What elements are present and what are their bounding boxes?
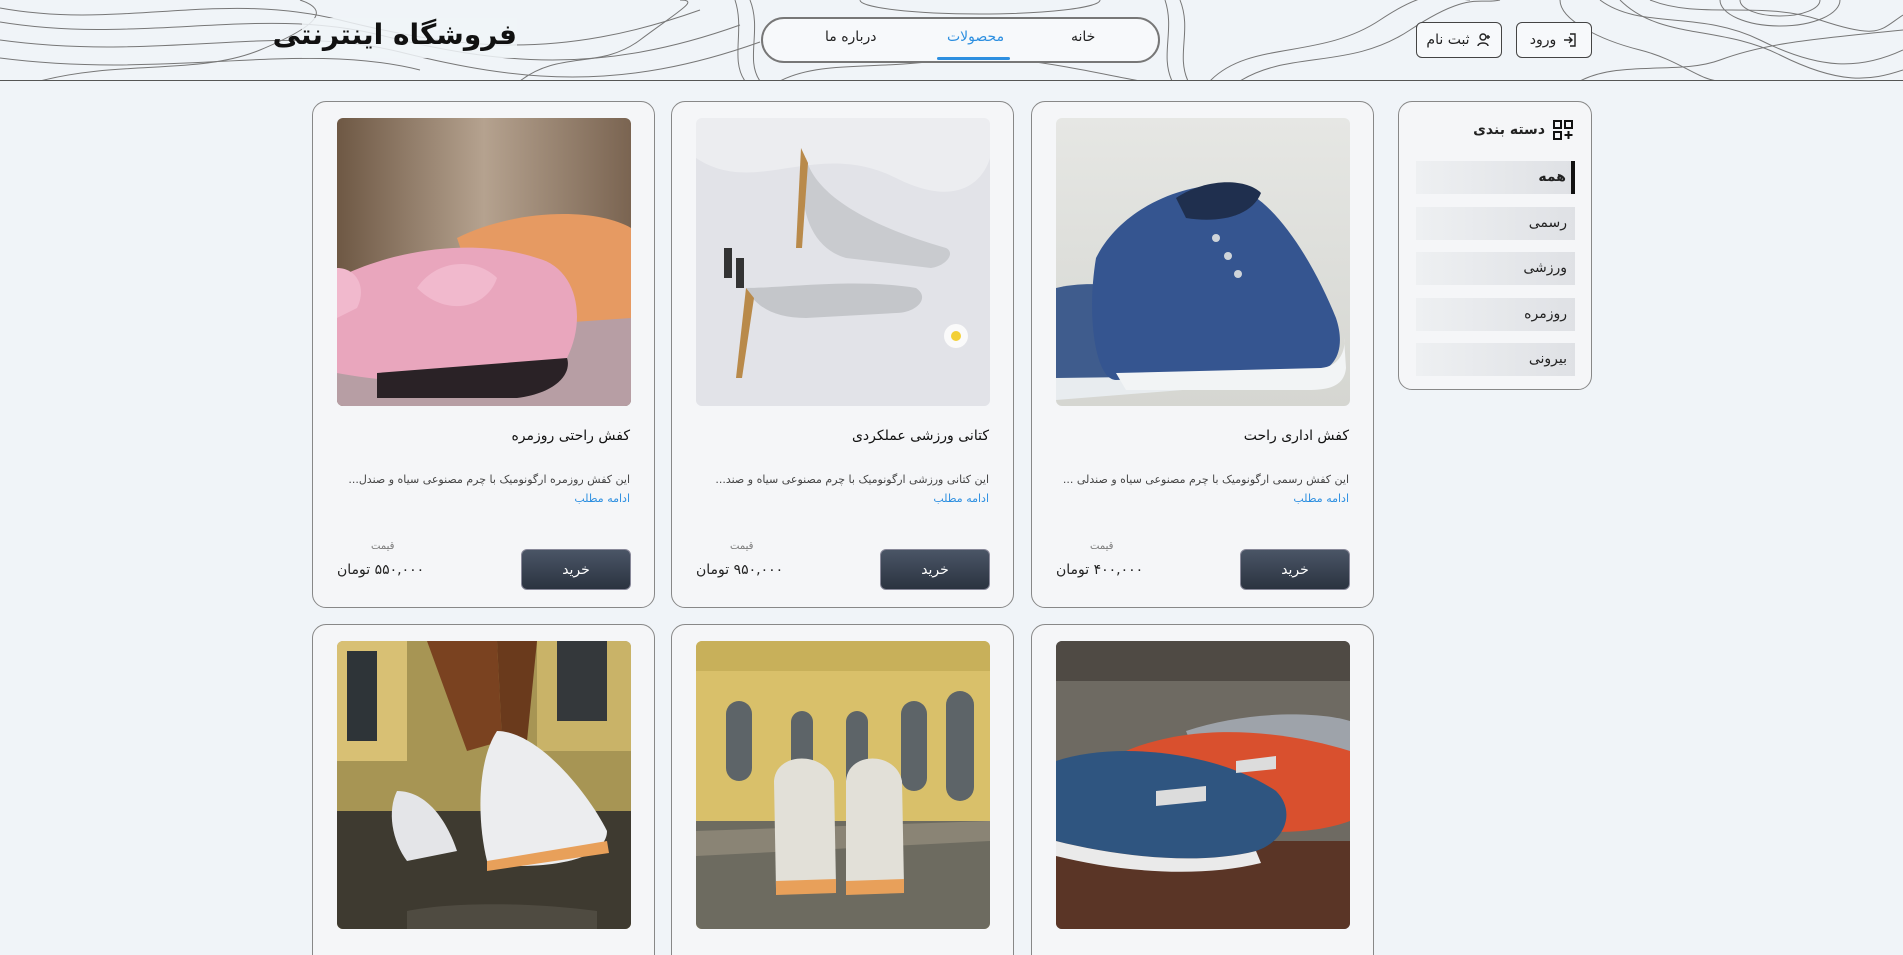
product-description: این کفش روزمره ارگونومیک با چرم مصنوعی س… bbox=[336, 470, 630, 508]
price-label: قیمت bbox=[730, 541, 754, 552]
product-image[interactable] bbox=[696, 641, 990, 929]
product-card bbox=[671, 624, 1014, 955]
login-label: ورود bbox=[1529, 32, 1557, 48]
price-value: ۴۰۰,۰۰۰ تومان bbox=[1056, 562, 1144, 578]
price-label: قیمت bbox=[1090, 541, 1114, 552]
product-description: این کتانی ورزشی ارگونومیک با چرم مصنوعی … bbox=[695, 470, 989, 508]
product-card: کفش اداری راحت این کفش رسمی ارگونومیک با… bbox=[1031, 101, 1374, 608]
category-grid-icon bbox=[1553, 120, 1573, 140]
login-icon bbox=[1564, 33, 1576, 47]
product-title: کفش راحتی روزمره bbox=[511, 428, 630, 444]
register-button[interactable]: ثبت نام bbox=[1416, 22, 1502, 58]
buy-button[interactable]: خرید bbox=[880, 549, 990, 590]
category-formal[interactable]: رسمی bbox=[1416, 207, 1575, 240]
product-description: این کفش رسمی ارگونومیک با چرم مصنوعی سیا… bbox=[1055, 470, 1349, 508]
description-text: این کتانی ورزشی ارگونومیک با چرم مصنوعی … bbox=[715, 473, 989, 486]
buy-button[interactable]: خرید bbox=[1240, 549, 1350, 590]
site-header: فروشگاه اینترنتی خانه محصولات درباره ما … bbox=[0, 0, 1903, 81]
product-card bbox=[1031, 624, 1374, 955]
category-outdoor[interactable]: بیرونی bbox=[1416, 343, 1575, 376]
product-card: کفش راحتی روزمره این کفش روزمره ارگونومی… bbox=[312, 101, 655, 608]
nav-home[interactable]: خانه bbox=[1071, 29, 1095, 45]
site-title: فروشگاه اینترنتی bbox=[273, 18, 517, 58]
read-more-link[interactable]: ادامه مطلب bbox=[574, 492, 630, 505]
login-button[interactable]: ورود bbox=[1516, 22, 1592, 58]
category-sidebar: دسته بندی همه رسمی ورزشی روزمره بیرونی bbox=[1398, 101, 1592, 390]
product-image[interactable] bbox=[1056, 641, 1350, 929]
category-all[interactable]: همه bbox=[1416, 161, 1575, 194]
nav-active-indicator bbox=[937, 57, 1010, 60]
product-image[interactable] bbox=[337, 641, 631, 929]
nav-products[interactable]: محصولات bbox=[947, 29, 1004, 45]
product-card bbox=[312, 624, 655, 955]
buy-button[interactable]: خرید bbox=[521, 549, 631, 590]
product-title: کتانی ورزشی عملکردی bbox=[851, 428, 989, 444]
product-image[interactable] bbox=[337, 118, 631, 406]
user-plus-icon bbox=[1476, 33, 1490, 47]
price-value: ۹۵۰,۰۰۰ تومان bbox=[696, 562, 784, 578]
read-more-link[interactable]: ادامه مطلب bbox=[933, 492, 989, 505]
price-value: ۵۵۰,۰۰۰ تومان bbox=[337, 562, 425, 578]
product-image[interactable] bbox=[696, 118, 990, 406]
description-text: این کفش رسمی ارگونومیک با چرم مصنوعی سیا… bbox=[1062, 473, 1349, 486]
read-more-link[interactable]: ادامه مطلب bbox=[1293, 492, 1349, 505]
product-title: کفش اداری راحت bbox=[1243, 428, 1349, 444]
price-label: قیمت bbox=[371, 541, 395, 552]
register-label: ثبت نام bbox=[1426, 32, 1470, 48]
category-casual[interactable]: روزمره bbox=[1416, 298, 1575, 331]
category-title: دسته بندی bbox=[1473, 120, 1573, 140]
product-card: کتانی ورزشی عملکردی این کتانی ورزشی ارگو… bbox=[671, 101, 1014, 608]
description-text: این کفش روزمره ارگونومیک با چرم مصنوعی س… bbox=[348, 473, 630, 486]
category-sport[interactable]: ورزشی bbox=[1416, 252, 1575, 285]
nav-about[interactable]: درباره ما bbox=[825, 29, 876, 45]
category-title-text: دسته بندی bbox=[1473, 122, 1545, 138]
main-nav: خانه محصولات درباره ما bbox=[761, 17, 1160, 63]
product-image[interactable] bbox=[1056, 118, 1350, 406]
